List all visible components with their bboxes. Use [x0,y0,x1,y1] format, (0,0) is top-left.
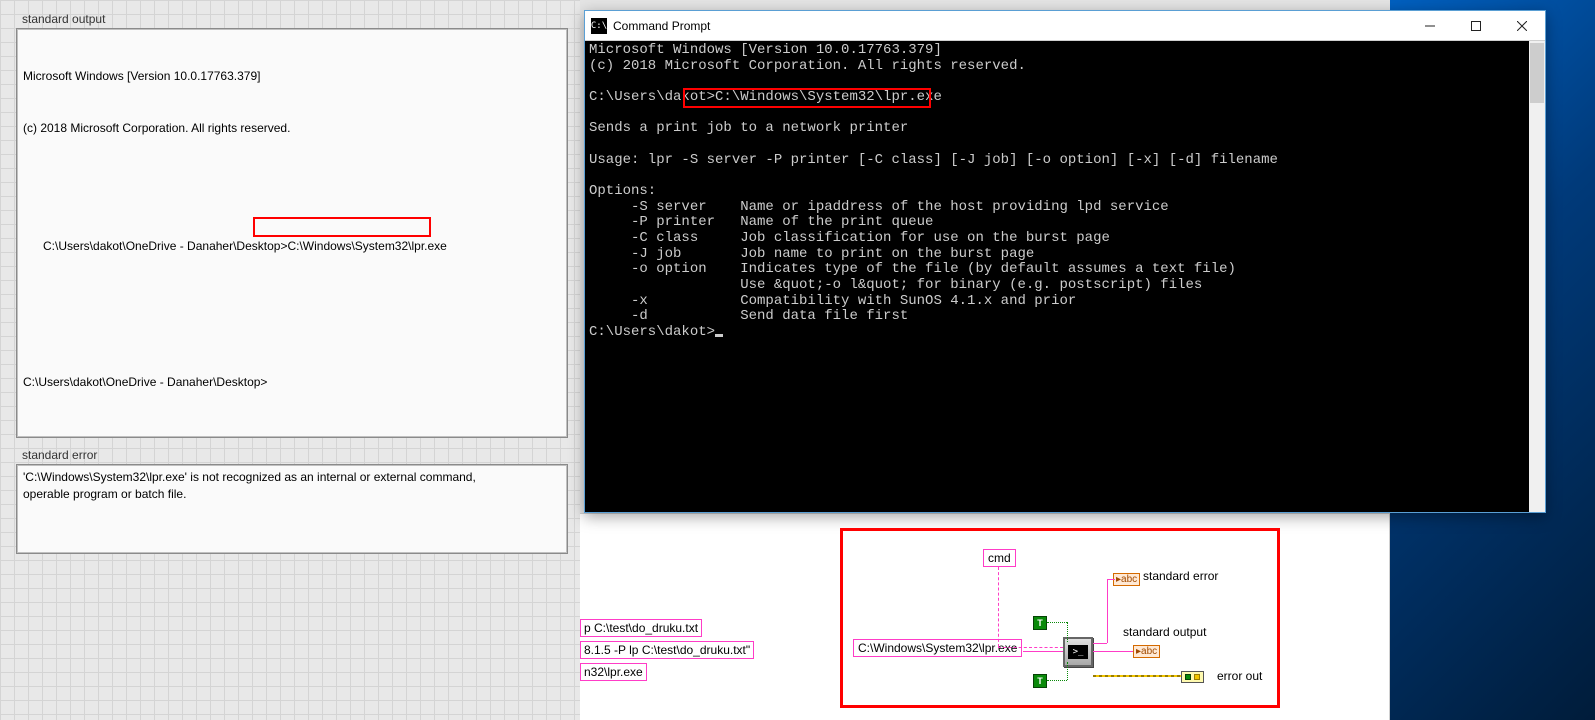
standard-error-panel: standard error 'C:\Windows\System32\lpr.… [16,446,568,554]
cmd-prompt-prefix: C:\Users\dako [589,89,698,105]
stdout-prompt-cmd: C:\Windows\System32\lpr.exe [287,239,446,253]
scrollbar[interactable] [1529,41,1545,512]
wire [998,647,1063,648]
string-constant-snippets: p C:\test\do_druku.txt 8.1.5 -P lp C:\te… [580,619,754,685]
cmd-line: -d Send data file first [589,308,908,324]
cmd-line: -C class Job classification for use on t… [589,230,1110,246]
cmd-line: -o option Indicates type of the file (by… [589,261,1236,277]
string-constant: n32\lpr.exe [580,663,647,681]
cmd-line: -J job Job name to print on the burst pa… [589,246,1034,262]
close-icon [1517,21,1527,31]
wire [1047,680,1067,681]
standard-error-wire-label: standard error [1143,569,1218,583]
string-constant-path: C:\Windows\System32\lpr.exe [853,639,1022,657]
wire [1107,579,1115,580]
standard-output-text[interactable]: Microsoft Windows [Version 10.0.17763.37… [16,28,568,438]
terminal-icon: >_ [1068,645,1088,659]
cmd-line: -P printer Name of the print queue [589,214,933,230]
cmd-prompt-2: C:\Users\dakot> [589,324,715,340]
string-indicator-terminal: ▸abc [1133,645,1160,658]
string-indicator-terminal: ▸abc [1113,573,1140,586]
stdout-prompt-prefix: C:\Users\dakot\OneDrive - Danaher\Deskto… [43,239,287,253]
maximize-icon [1471,21,1481,31]
wire [1093,651,1133,652]
standard-output-label: standard output [16,10,568,28]
cmd-line: -S server Name or ipaddress of the host … [589,199,1169,215]
red-highlight-box [253,217,431,237]
string-constant: p C:\test\do_druku.txt [580,619,702,637]
wire [1093,643,1107,644]
cmd-icon: C:\ [591,18,607,34]
maximize-button[interactable] [1453,11,1499,41]
boolean-true-constant: T [1033,674,1047,688]
command-prompt-titlebar[interactable]: C:\ Command Prompt [585,11,1545,41]
stdout-line: (c) 2018 Microsoft Corporation. All righ… [23,120,561,137]
cmd-line: Microsoft Windows [Version 10.0.17763.37… [589,42,942,58]
cmd-line: (c) 2018 Microsoft Corporation. All righ… [589,58,1026,74]
stdout-prompt-1: C:\Users\dakot\OneDrive - Danaher\Deskto… [23,221,561,291]
command-prompt-title-text: Command Prompt [613,19,710,33]
standard-error-label: standard error [16,446,568,464]
boolean-true-constant: T [1033,616,1047,630]
labview-block-diagram: cmd C:\Windows\System32\lpr.exe T T >_ ▸… [840,528,1280,708]
command-prompt-window[interactable]: C:\ Command Prompt Microsoft Windows [Ve… [584,10,1546,513]
standard-output-panel: standard output Microsoft Windows [Versi… [16,10,568,438]
command-prompt-body[interactable]: Microsoft Windows [Version 10.0.17763.37… [585,41,1545,512]
wire [1023,651,1063,652]
scrollbar-thumb[interactable] [1530,43,1544,103]
wire [1107,579,1108,643]
wire [1067,622,1068,642]
error-out-wire-label: error out [1217,669,1262,683]
standard-output-wire-label: standard output [1123,625,1206,639]
cursor-icon [715,334,723,337]
stdout-line: Microsoft Windows [Version 10.0.17763.37… [23,68,561,85]
wire [1067,662,1068,680]
wire [1047,622,1067,623]
close-button[interactable] [1499,11,1545,41]
cmd-line: Usage: lpr -S server -P printer [-C clas… [589,152,1278,168]
cmd-line: Use &quot;-o l&quot; for binary (e.g. po… [589,277,1202,293]
stdout-prompt-2: C:\Users\dakot\OneDrive - Danaher\Deskto… [23,374,561,391]
minimize-icon [1425,21,1435,31]
wire [998,567,999,647]
minimize-button[interactable] [1407,11,1453,41]
standard-error-text[interactable]: 'C:\Windows\System32\lpr.exe' is not rec… [16,464,568,554]
cmd-prompt-boxed: t>C:\Windows\System32\lpr.exe [698,89,942,105]
error-out-terminal [1181,671,1204,683]
error-wire [1093,675,1181,677]
cmd-line: Sends a print job to a network printer [589,120,908,136]
string-constant: 8.1.5 -P lp C:\test\do_druku.txt" [580,641,754,659]
string-constant-cmd: cmd [983,549,1016,567]
cmd-line: -x Compatibility with SunOS 4.1.x and pr… [589,293,1076,309]
cmd-line: Options: [589,183,656,199]
